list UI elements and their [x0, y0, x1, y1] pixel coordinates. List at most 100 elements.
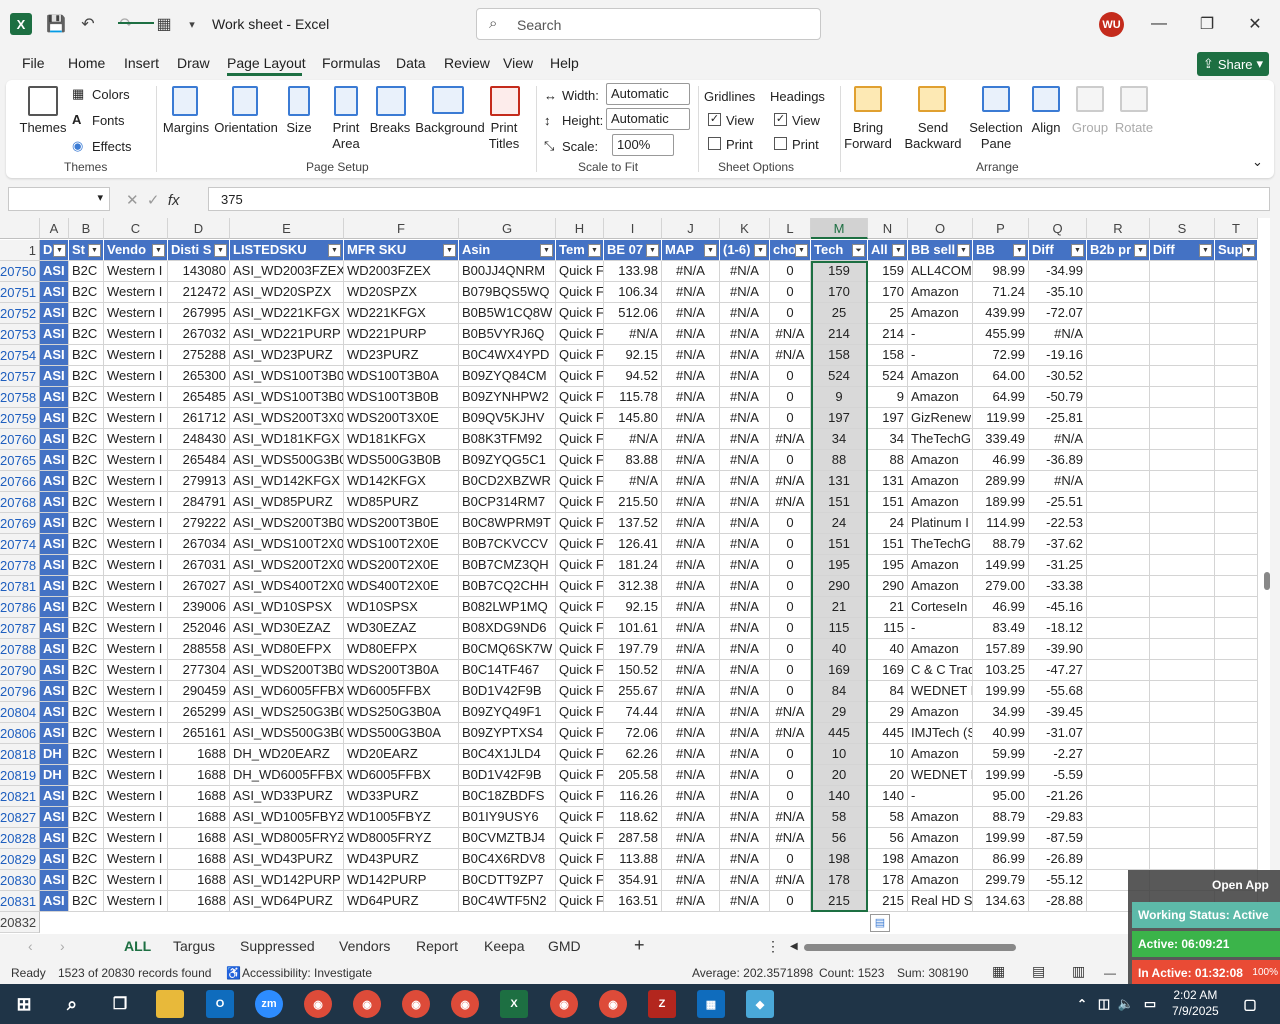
table-cell[interactable]	[1150, 849, 1215, 870]
table-cell[interactable]: Quick F	[556, 324, 604, 345]
filter-header-cell[interactable]: St ▼	[69, 240, 104, 261]
table-cell[interactable]: 58	[811, 807, 868, 828]
filter-dropdown-icon[interactable]: ▼	[704, 244, 717, 257]
table-cell[interactable]: B09ZYQ49F1	[459, 702, 556, 723]
row-header[interactable]: 20750	[0, 261, 40, 282]
table-cell[interactable]: #N/A	[662, 282, 720, 303]
table-cell[interactable]	[1087, 702, 1150, 723]
filter-applied-icon[interactable]: ⏷	[852, 244, 865, 257]
table-cell[interactable]: 0	[770, 450, 811, 471]
table-cell[interactable]	[1150, 387, 1215, 408]
table-cell[interactable]: Quick F	[556, 408, 604, 429]
table-cell[interactable]: ASI_WDS200T3B0E	[230, 513, 344, 534]
table-cell[interactable]: WDS200T2X0E	[344, 555, 459, 576]
table-cell[interactable]: Quick F	[556, 765, 604, 786]
table-cell[interactable]: Amazon	[908, 849, 973, 870]
select-all-corner[interactable]	[0, 218, 40, 239]
table-cell[interactable]: 140	[868, 786, 908, 807]
table-cell[interactable]: 21	[811, 597, 868, 618]
tracker-app-icon[interactable]: ◆	[746, 990, 774, 1018]
table-cell[interactable]	[1215, 366, 1258, 387]
table-cell[interactable]: ASI	[40, 597, 69, 618]
table-cell[interactable]: 261712	[168, 408, 230, 429]
column-header-i[interactable]: I	[604, 218, 662, 239]
table-cell[interactable]	[1150, 492, 1215, 513]
table-cell[interactable]: B2C	[69, 261, 104, 282]
table-cell[interactable]: ASI	[40, 345, 69, 366]
table-cell[interactable]: 0	[770, 765, 811, 786]
filter-dropdown-icon[interactable]: ▼	[443, 244, 456, 257]
table-cell[interactable]: ALL4COMP	[908, 261, 973, 282]
filter-header-cell[interactable]: All ▼	[868, 240, 908, 261]
chrome-icon[interactable]: ◉	[451, 990, 479, 1018]
table-cell[interactable]: ASI_WDS100T2X0E	[230, 534, 344, 555]
table-cell[interactable]: TheTechG	[908, 534, 973, 555]
table-cell[interactable]: 115.78	[604, 387, 662, 408]
save-icon[interactable]: 💾	[44, 12, 68, 36]
table-cell[interactable]	[1150, 345, 1215, 366]
table-cell[interactable]: Quick F	[556, 576, 604, 597]
margins-button[interactable]: Margins	[158, 120, 214, 136]
table-cell[interactable]: 20	[811, 765, 868, 786]
table-cell[interactable]: 277304	[168, 660, 230, 681]
send-backward-button[interactable]: Send Backward	[904, 120, 962, 152]
table-cell[interactable]: 0	[770, 303, 811, 324]
table-cell[interactable]: 151	[811, 492, 868, 513]
table-cell[interactable]: 267031	[168, 555, 230, 576]
table-cell[interactable]: WD6005FFBX	[344, 681, 459, 702]
table-cell[interactable]: ASI_WD1005FBYZ	[230, 807, 344, 828]
table-cell[interactable]: Quick F	[556, 450, 604, 471]
filter-dropdown-icon[interactable]: ▼	[892, 244, 905, 257]
table-cell[interactable]: Western I	[104, 849, 168, 870]
table-cell[interactable]	[1087, 849, 1150, 870]
table-cell[interactable]: B0CMQ6SK7W	[459, 639, 556, 660]
table-cell[interactable]: #N/A	[720, 471, 770, 492]
table-cell[interactable]: Western I	[104, 681, 168, 702]
table-cell[interactable]: ASI_WD64PURZ	[230, 891, 344, 912]
table-cell[interactable]: B0B7CQ2CHH	[459, 576, 556, 597]
table-cell[interactable]: ASI	[40, 387, 69, 408]
row-header[interactable]: 20774	[0, 534, 40, 555]
table-cell[interactable]	[1087, 324, 1150, 345]
table-cell[interactable]: 215.50	[604, 492, 662, 513]
table-cell[interactable]: #N/A	[662, 513, 720, 534]
table-cell[interactable]: ASI	[40, 282, 69, 303]
table-cell[interactable]: #N/A	[770, 492, 811, 513]
table-cell[interactable]: #N/A	[662, 786, 720, 807]
table-cell[interactable]: 92.15	[604, 345, 662, 366]
table-cell[interactable]: WEDNET L	[908, 765, 973, 786]
table-cell[interactable]: ASI_WD23PURZ	[230, 345, 344, 366]
tab-draw[interactable]: Draw	[177, 55, 210, 71]
table-cell[interactable]: B2C	[69, 723, 104, 744]
row-header[interactable]: 20753	[0, 324, 40, 345]
table-cell[interactable]: Western I	[104, 807, 168, 828]
row-header[interactable]: 20821	[0, 786, 40, 807]
table-cell[interactable]: B09ZYNHPW2	[459, 387, 556, 408]
table-cell[interactable]: B2C	[69, 618, 104, 639]
table-cell[interactable]: ASI_WD142PURP	[230, 870, 344, 891]
table-cell[interactable]: ASI	[40, 849, 69, 870]
print-area-button[interactable]: Print Area	[326, 120, 366, 152]
table-cell[interactable]: WD33PURZ	[344, 786, 459, 807]
sheet-tab-targus[interactable]: Targus	[173, 938, 215, 954]
table-cell[interactable]: 106.34	[604, 282, 662, 303]
table-cell[interactable]: WD80EFPX	[344, 639, 459, 660]
table-cell[interactable]: #N/A	[662, 870, 720, 891]
row-header[interactable]: 20757	[0, 366, 40, 387]
collapse-ribbon-icon[interactable]: ⌄	[1252, 154, 1263, 170]
table-cell[interactable]: 24	[868, 513, 908, 534]
table-cell[interactable]: -33.38	[1029, 576, 1087, 597]
filter-dropdown-icon[interactable]: ▼	[1242, 244, 1255, 257]
table-cell[interactable]: Western I	[104, 387, 168, 408]
table-cell[interactable]: B2C	[69, 702, 104, 723]
table-cell[interactable]: WD20SPZX	[344, 282, 459, 303]
table-cell[interactable]: Platinum I	[908, 513, 973, 534]
table-cell[interactable]: 64.00	[973, 366, 1029, 387]
table-cell[interactable]: #N/A	[720, 597, 770, 618]
table-cell[interactable]: -87.59	[1029, 828, 1087, 849]
table-cell[interactable]	[1087, 765, 1150, 786]
table-cell[interactable]: 445	[811, 723, 868, 744]
table-cell[interactable]: 10	[811, 744, 868, 765]
table-cell[interactable]: ASI_WD142KFGX	[230, 471, 344, 492]
table-cell[interactable]: B0CD2XBZWR	[459, 471, 556, 492]
